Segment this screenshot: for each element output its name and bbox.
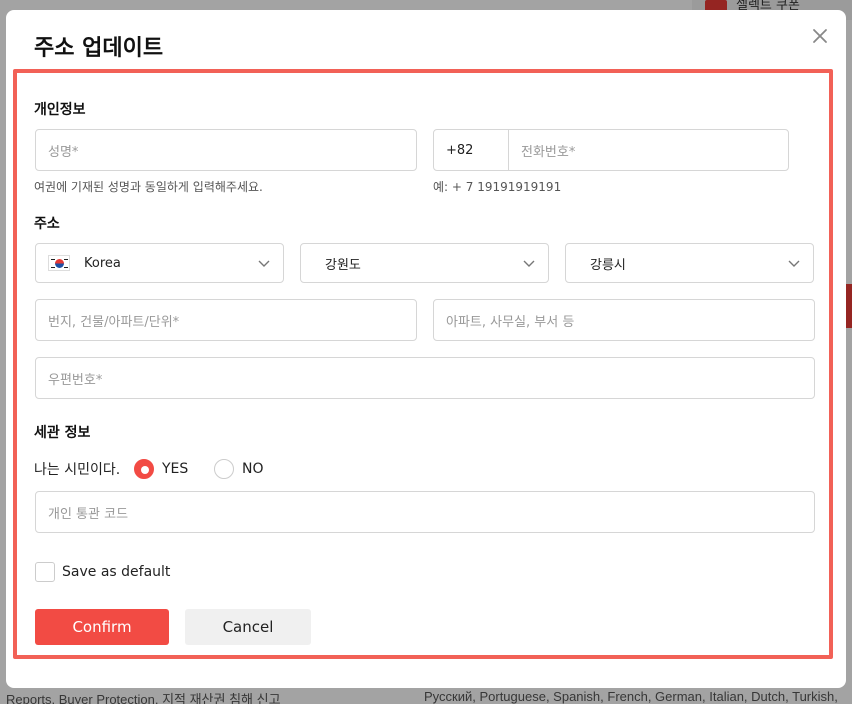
- cancel-button[interactable]: Cancel: [185, 609, 311, 645]
- personal-section-label: 개인정보: [34, 102, 86, 118]
- phone-hint: 예: + 7 19191919191: [433, 180, 562, 194]
- postal-code-placeholder: 우편번호*: [48, 372, 103, 388]
- phone-number-input[interactable]: 전화번호*: [508, 129, 789, 171]
- modal-title: 주소 업데이트: [34, 36, 164, 61]
- save-default-checkbox[interactable]: [35, 562, 55, 582]
- customs-code-input[interactable]: 개인 통관 코드: [35, 491, 815, 533]
- chevron-down-icon: [788, 260, 800, 267]
- chevron-down-icon: [258, 260, 270, 267]
- street-address-input[interactable]: 번지, 건물/아파트/단위*: [35, 299, 417, 341]
- citizen-no-label[interactable]: NO: [242, 461, 264, 477]
- apartment-input[interactable]: 아파트, 사무실, 부서 등: [433, 299, 815, 341]
- citizen-question: 나는 시민이다.: [34, 462, 121, 478]
- postal-code-input[interactable]: 우편번호*: [35, 357, 815, 399]
- full-name-placeholder: 성명*: [48, 144, 79, 160]
- close-icon[interactable]: [810, 26, 830, 46]
- apartment-placeholder: 아파트, 사무실, 부서 등: [446, 314, 575, 330]
- citizen-no-radio[interactable]: [214, 459, 234, 479]
- confirm-button[interactable]: Confirm: [35, 609, 169, 645]
- city-select[interactable]: 강릉시: [565, 243, 814, 283]
- korea-flag-icon: [48, 255, 70, 271]
- city-value: 강릉시: [590, 257, 626, 273]
- citizen-yes-radio[interactable]: [134, 459, 154, 479]
- phone-number-placeholder: 전화번호*: [521, 144, 576, 160]
- full-name-input[interactable]: 성명*: [35, 129, 417, 171]
- phone-code-select[interactable]: +82: [433, 129, 509, 171]
- chevron-down-icon: [523, 260, 535, 267]
- customs-code-placeholder: 개인 통관 코드: [48, 506, 129, 522]
- address-update-modal: 주소 업데이트 개인정보 성명* 여권에 기재된 성명과 동일하게 입력해주세요…: [6, 10, 846, 688]
- full-name-hint: 여권에 기재된 성명과 동일하게 입력해주세요.: [34, 180, 263, 194]
- address-section-label: 주소: [34, 216, 60, 232]
- citizen-yes-label[interactable]: YES: [162, 461, 188, 477]
- save-default-label[interactable]: Save as default: [62, 564, 170, 580]
- province-value: 강원도: [325, 257, 361, 273]
- country-select[interactable]: Korea: [35, 243, 284, 283]
- country-value: Korea: [84, 255, 121, 271]
- customs-section-label: 세관 정보: [34, 425, 91, 441]
- street-address-placeholder: 번지, 건물/아파트/단위*: [48, 314, 180, 330]
- province-select[interactable]: 강원도: [300, 243, 549, 283]
- phone-code-value: +82: [446, 142, 474, 158]
